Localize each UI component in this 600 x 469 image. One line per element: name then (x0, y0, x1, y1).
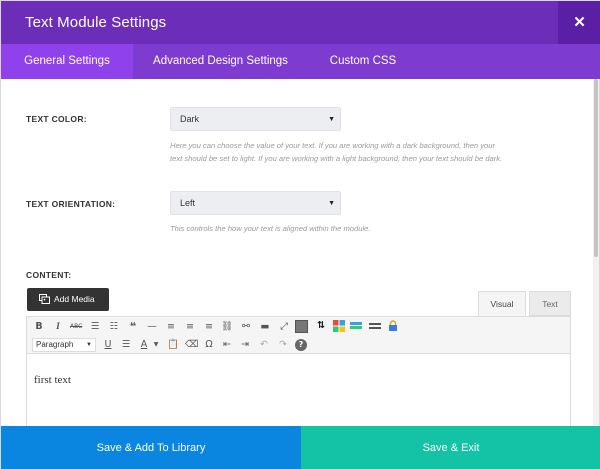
scrollbar-thumb[interactable] (594, 79, 598, 257)
add-media-label: Add Media (54, 294, 95, 304)
settings-tabs: General Settings Advanced Design Setting… (1, 44, 600, 79)
align-right-icon[interactable]: ≡ (203, 321, 215, 333)
bold-icon[interactable]: B (33, 321, 45, 333)
content-label: CONTENT: (26, 270, 72, 280)
tab-text-editor[interactable]: Text (529, 291, 571, 316)
indent-icon[interactable]: ⇥ (239, 339, 251, 351)
content-scrollbar[interactable] (593, 79, 599, 426)
close-icon: ✕ (573, 14, 586, 31)
toolbar-toggle-icon[interactable] (295, 320, 308, 333)
tab-visual-editor[interactable]: Visual (478, 291, 526, 316)
tab-custom-css[interactable]: Custom CSS (308, 44, 418, 79)
text-orientation-select[interactable]: Left ▼ (170, 191, 341, 215)
text-color-description-line: text should be set to light. If you are … (170, 154, 503, 163)
format-select[interactable]: Paragraph ▼ (32, 338, 96, 352)
blockquote-icon[interactable]: ❝ (127, 321, 139, 333)
tab-general-settings[interactable]: General Settings (1, 44, 133, 79)
save-exit-button[interactable]: Save & Exit (301, 426, 600, 469)
bullet-list-icon[interactable]: ☰ (89, 321, 101, 333)
text-color-label: TEXT COLOR: (26, 114, 87, 124)
link-icon[interactable]: ⛓ (221, 321, 233, 333)
lock-icon[interactable] (387, 320, 399, 332)
undo-icon[interactable]: ↶ (258, 339, 270, 351)
tabs-graphic (350, 322, 362, 329)
content-editor[interactable]: first text (26, 354, 571, 426)
text-orientation-label: TEXT ORIENTATION: (26, 199, 116, 209)
modal-title: Text Module Settings (25, 14, 167, 31)
italic-icon[interactable]: I (52, 321, 64, 333)
save-add-to-library-button[interactable]: Save & Add To Library (1, 426, 301, 469)
clear-formatting-icon[interactable]: ⌫ (185, 339, 198, 351)
text-color-select[interactable]: Dark ▼ (170, 107, 341, 131)
format-select-value: Paragraph (36, 340, 74, 349)
text-orientation-description: This controls the how your text is align… (170, 224, 371, 233)
editor-toolbar: B I ABC ☰ ☷ ❝ — ≡ ≡ ≡ ⛓ ⚯ ▬ ⤢ ⇅ Paragrap… (26, 316, 571, 354)
lock-graphic (389, 320, 397, 331)
align-center-icon[interactable]: ≡ (184, 321, 196, 333)
numbered-list-icon[interactable]: ☷ (108, 321, 120, 333)
horizontal-rule-icon[interactable]: — (146, 321, 158, 333)
text-color-description: Here you can choose the value of your te… (170, 139, 550, 165)
dropdown-arrow-icon: ▼ (86, 342, 92, 348)
close-button[interactable]: ✕ (558, 1, 600, 44)
add-media-button[interactable]: Add Media (27, 288, 109, 311)
underline-icon[interactable]: U (102, 339, 114, 351)
read-more-icon[interactable]: ▬ (259, 321, 271, 333)
add-media-icon (39, 294, 50, 304)
redo-icon[interactable]: ↷ (277, 339, 289, 351)
dropdown-arrow-icon: ▼ (328, 116, 335, 123)
unlink-icon[interactable]: ⚯ (240, 321, 252, 333)
align-left-icon[interactable]: ≡ (165, 321, 177, 333)
help-icon[interactable]: ? (295, 339, 307, 351)
divider-icon[interactable] (369, 320, 381, 332)
paste-text-icon[interactable]: 📋 (167, 339, 179, 351)
editor-body-text[interactable]: first text (34, 374, 71, 386)
special-character-icon[interactable]: Ω (203, 339, 215, 351)
columns-graphic (333, 320, 345, 332)
divider-graphic (369, 323, 381, 329)
text-color-dropdown-icon[interactable]: ▼ (150, 339, 162, 351)
modal-header: Text Module Settings ✕ (1, 1, 600, 44)
tabs-icon[interactable] (350, 320, 362, 332)
columns-icon[interactable] (333, 320, 345, 332)
settings-content: TEXT COLOR: Dark ▼ Here you can choose t… (1, 79, 595, 426)
outdent-icon[interactable]: ⇤ (221, 339, 233, 351)
text-color-value: Dark (180, 114, 200, 124)
dropdown-arrow-icon: ▼ (328, 200, 335, 207)
shortcode-icon[interactable]: ⇅ (315, 320, 327, 332)
fullscreen-icon[interactable]: ⤢ (278, 321, 290, 333)
module-settings-modal: Text Module Settings ✕ General Settings … (0, 0, 600, 469)
text-color-description-line: Here you can choose the value of your te… (170, 141, 496, 150)
strikethrough-icon[interactable]: ABC (70, 321, 82, 333)
text-orientation-value: Left (180, 198, 196, 208)
justify-icon[interactable]: ☰ (120, 339, 132, 351)
tab-advanced-design-settings[interactable]: Advanced Design Settings (133, 44, 308, 79)
text-color-icon[interactable]: A (138, 339, 150, 351)
